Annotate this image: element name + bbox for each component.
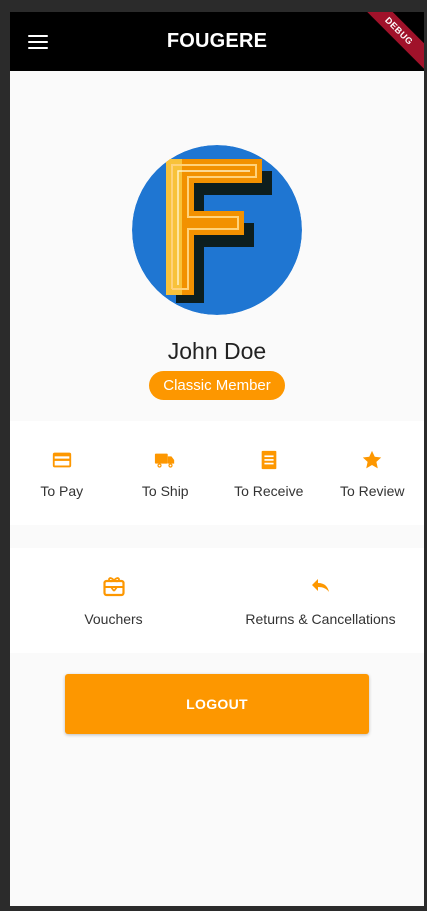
user-name: John Doe <box>167 338 267 364</box>
undo-icon <box>311 579 329 592</box>
vouchers-label: Vouchers <box>84 611 143 627</box>
avatar <box>132 145 302 315</box>
fougere-logo-icon <box>132 145 302 315</box>
app-title: FOUGERE <box>166 30 268 52</box>
services-section: Vouchers Returns & Cancellations <box>10 548 424 653</box>
to-pay-button[interactable]: To Pay <box>10 421 114 525</box>
truck-icon <box>155 453 175 468</box>
credit-card-icon <box>52 452 71 468</box>
to-receive-button[interactable]: To Receive <box>217 421 321 525</box>
app-screen: FOUGERE DEBUG John Doe Classic Member To… <box>10 12 424 906</box>
to-ship-label: To Ship <box>141 483 189 499</box>
to-pay-label: To Pay <box>40 483 84 499</box>
to-ship-button[interactable]: To Ship <box>114 421 218 525</box>
to-review-button[interactable]: To Review <box>321 421 425 525</box>
logout-button[interactable]: LOGOUT <box>65 674 369 734</box>
to-receive-label: To Receive <box>234 483 304 499</box>
app-bar: FOUGERE DEBUG <box>10 12 424 77</box>
returns-label: Returns & Cancellations <box>245 611 396 627</box>
star-icon <box>363 450 382 469</box>
receipt-icon <box>261 450 277 470</box>
to-review-label: To Review <box>339 483 405 499</box>
gift-card-icon <box>102 577 125 597</box>
vouchers-button[interactable]: Vouchers <box>10 548 217 653</box>
returns-button[interactable]: Returns & Cancellations <box>217 548 424 653</box>
orders-section: To Pay To Ship To Receive To Review <box>10 421 424 525</box>
membership-badge: Classic Member <box>149 371 285 400</box>
